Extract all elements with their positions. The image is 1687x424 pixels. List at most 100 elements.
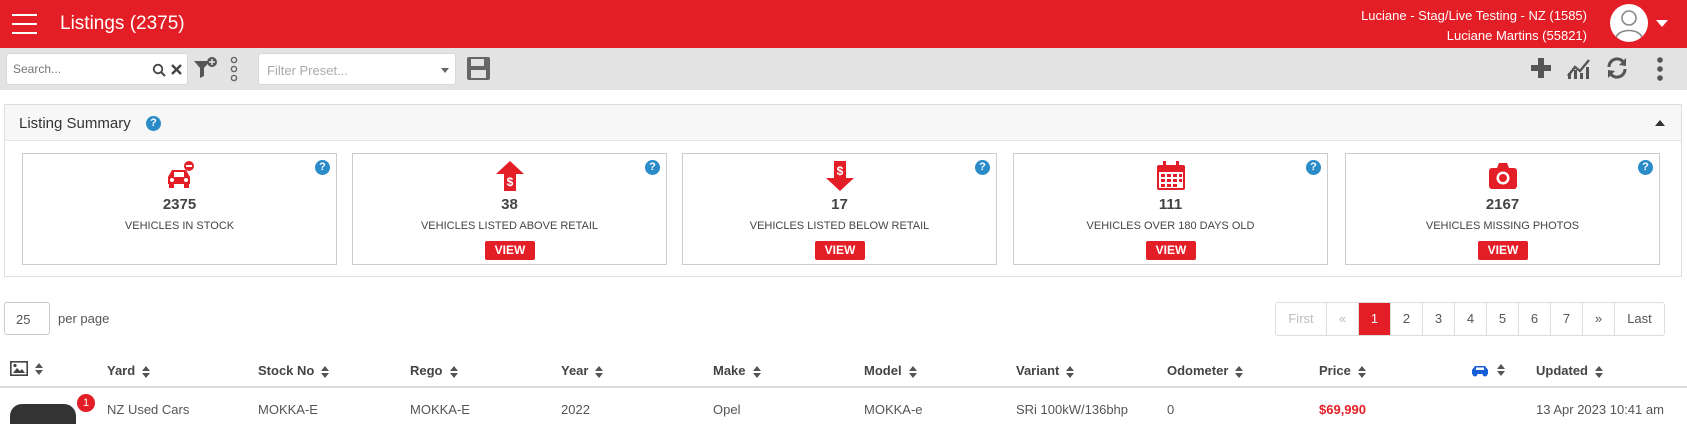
page-first[interactable]: First bbox=[1276, 303, 1326, 335]
sort-icon[interactable] bbox=[1235, 365, 1244, 378]
cell-year: 2022 bbox=[561, 402, 590, 417]
card-over-180-days: 111 VEHICLES OVER 180 DAYS OLD VIEW ? bbox=[1013, 153, 1328, 265]
sort-icon[interactable] bbox=[1497, 363, 1505, 376]
cell-model: MOKKA-e bbox=[864, 402, 923, 417]
cell-stock-no[interactable]: MOKKA-E bbox=[258, 402, 318, 417]
page-6[interactable]: 6 bbox=[1518, 303, 1550, 335]
column-label: Price bbox=[1319, 363, 1351, 378]
chart-icon[interactable] bbox=[1566, 56, 1592, 80]
sort-icon[interactable] bbox=[1357, 365, 1366, 378]
sort-icon[interactable] bbox=[908, 365, 917, 378]
svg-text:$: $ bbox=[507, 175, 514, 189]
photo-count-badge: 1 bbox=[77, 394, 95, 412]
chevron-down-icon[interactable] bbox=[1656, 20, 1668, 27]
column-model[interactable]: Model bbox=[864, 363, 917, 378]
user-name: Luciane Martins (55821) bbox=[1446, 28, 1587, 43]
cell-yard: NZ Used Cars bbox=[107, 402, 190, 417]
card-label: VEHICLES LISTED ABOVE RETAIL bbox=[420, 220, 599, 232]
plus-icon[interactable] bbox=[1530, 57, 1552, 79]
sort-icon[interactable] bbox=[595, 365, 604, 378]
column-yard[interactable]: Yard bbox=[107, 363, 151, 378]
card-count: 38 bbox=[501, 196, 518, 213]
sort-icon[interactable] bbox=[752, 365, 761, 378]
column-make[interactable]: Make bbox=[713, 363, 761, 378]
collapse-icon[interactable] bbox=[1655, 120, 1665, 126]
page-1[interactable]: 1 bbox=[1358, 303, 1390, 335]
car-front-icon bbox=[1472, 365, 1488, 377]
vehicle-thumbnail[interactable] bbox=[10, 404, 76, 424]
page-last[interactable]: Last bbox=[1614, 303, 1664, 335]
more-icon[interactable] bbox=[1656, 56, 1664, 82]
filter-preset-select[interactable]: Filter Preset... bbox=[258, 53, 456, 85]
view-button[interactable]: VIEW bbox=[815, 241, 865, 260]
card-vehicles-in-stock: 2375 VEHICLES IN STOCK ? bbox=[22, 153, 337, 265]
column-label: Variant bbox=[1016, 363, 1060, 378]
card-below-retail: $ 17 VEHICLES LISTED BELOW RETAIL VIEW ? bbox=[682, 153, 997, 265]
toolbar: Filter Preset... bbox=[0, 48, 1687, 90]
help-icon[interactable]: ? bbox=[315, 160, 330, 175]
card-count: 2375 bbox=[162, 196, 197, 213]
column-stock-no[interactable]: Stock No bbox=[258, 363, 330, 378]
help-icon[interactable]: ? bbox=[1638, 160, 1653, 175]
refresh-icon[interactable] bbox=[1605, 56, 1629, 80]
card-count: 2167 bbox=[1485, 196, 1520, 213]
page-prev[interactable]: « bbox=[1326, 303, 1358, 335]
cell-make: Opel bbox=[713, 402, 741, 417]
column-listing-status[interactable] bbox=[1470, 361, 1505, 377]
svg-text:$: $ bbox=[837, 164, 844, 178]
column-label: Yard bbox=[107, 363, 136, 378]
view-button[interactable]: VIEW bbox=[1478, 241, 1528, 260]
price-up-icon: $ bbox=[496, 161, 524, 191]
column-updated[interactable]: Updated bbox=[1536, 363, 1603, 378]
clear-icon[interactable] bbox=[170, 63, 183, 76]
cell-odometer: 0 bbox=[1167, 402, 1175, 417]
listing-summary-header[interactable]: Listing Summary ? bbox=[5, 105, 1681, 141]
pagination: First « 1 2 3 4 5 6 7 » Last bbox=[1275, 302, 1665, 336]
column-price[interactable]: Price bbox=[1319, 363, 1366, 378]
camera-icon bbox=[1489, 163, 1517, 189]
hamburger-menu-icon[interactable] bbox=[12, 14, 37, 34]
sort-icon[interactable] bbox=[142, 365, 151, 378]
page-2[interactable]: 2 bbox=[1390, 303, 1422, 335]
listing-summary-panel: Listing Summary ? 2375 VEHICLES IN STOCK… bbox=[4, 104, 1682, 277]
search-icon[interactable] bbox=[152, 63, 166, 77]
sort-icon[interactable] bbox=[321, 365, 330, 378]
cell-price: $69,990 bbox=[1319, 402, 1366, 417]
vertical-dots-icon[interactable] bbox=[229, 56, 239, 82]
help-icon[interactable]: ? bbox=[975, 160, 990, 175]
page-7[interactable]: 7 bbox=[1550, 303, 1582, 335]
sort-icon[interactable] bbox=[449, 365, 458, 378]
card-label: VEHICLES OVER 180 DAYS OLD bbox=[1086, 220, 1255, 232]
avatar[interactable] bbox=[1610, 4, 1648, 42]
card-label: VEHICLES MISSING PHOTOS bbox=[1425, 220, 1580, 232]
save-icon[interactable] bbox=[466, 56, 491, 81]
column-variant[interactable]: Variant bbox=[1016, 363, 1075, 378]
price-down-icon: $ bbox=[826, 161, 854, 191]
help-icon[interactable]: ? bbox=[146, 116, 161, 131]
column-rego[interactable]: Rego bbox=[410, 363, 458, 378]
sort-icon[interactable] bbox=[35, 362, 43, 375]
car-icon bbox=[168, 161, 194, 188]
page-next[interactable]: » bbox=[1582, 303, 1614, 335]
filter-add-icon[interactable] bbox=[193, 56, 219, 82]
card-missing-photos: 2167 VEHICLES MISSING PHOTOS VIEW ? bbox=[1345, 153, 1660, 265]
sort-icon[interactable] bbox=[1595, 365, 1603, 378]
column-label: Updated bbox=[1536, 363, 1588, 378]
column-photo[interactable] bbox=[10, 360, 43, 377]
search-input[interactable] bbox=[13, 60, 148, 78]
help-icon[interactable]: ? bbox=[645, 160, 660, 175]
sort-icon[interactable] bbox=[1066, 365, 1075, 378]
page-5[interactable]: 5 bbox=[1486, 303, 1518, 335]
image-icon bbox=[10, 361, 28, 377]
column-year[interactable]: Year bbox=[561, 363, 604, 378]
per-page-input[interactable]: 25 bbox=[4, 302, 50, 335]
card-label: VEHICLES LISTED BELOW RETAIL bbox=[749, 220, 930, 232]
help-icon[interactable]: ? bbox=[1306, 160, 1321, 175]
view-button[interactable]: VIEW bbox=[485, 241, 535, 260]
page-3[interactable]: 3 bbox=[1422, 303, 1454, 335]
search-box bbox=[6, 53, 188, 85]
user-info[interactable]: Luciane - Stag/Live Testing - NZ (1585) … bbox=[1361, 6, 1587, 46]
page-4[interactable]: 4 bbox=[1454, 303, 1486, 335]
column-odometer[interactable]: Odometer bbox=[1167, 363, 1244, 378]
view-button[interactable]: VIEW bbox=[1146, 241, 1196, 260]
